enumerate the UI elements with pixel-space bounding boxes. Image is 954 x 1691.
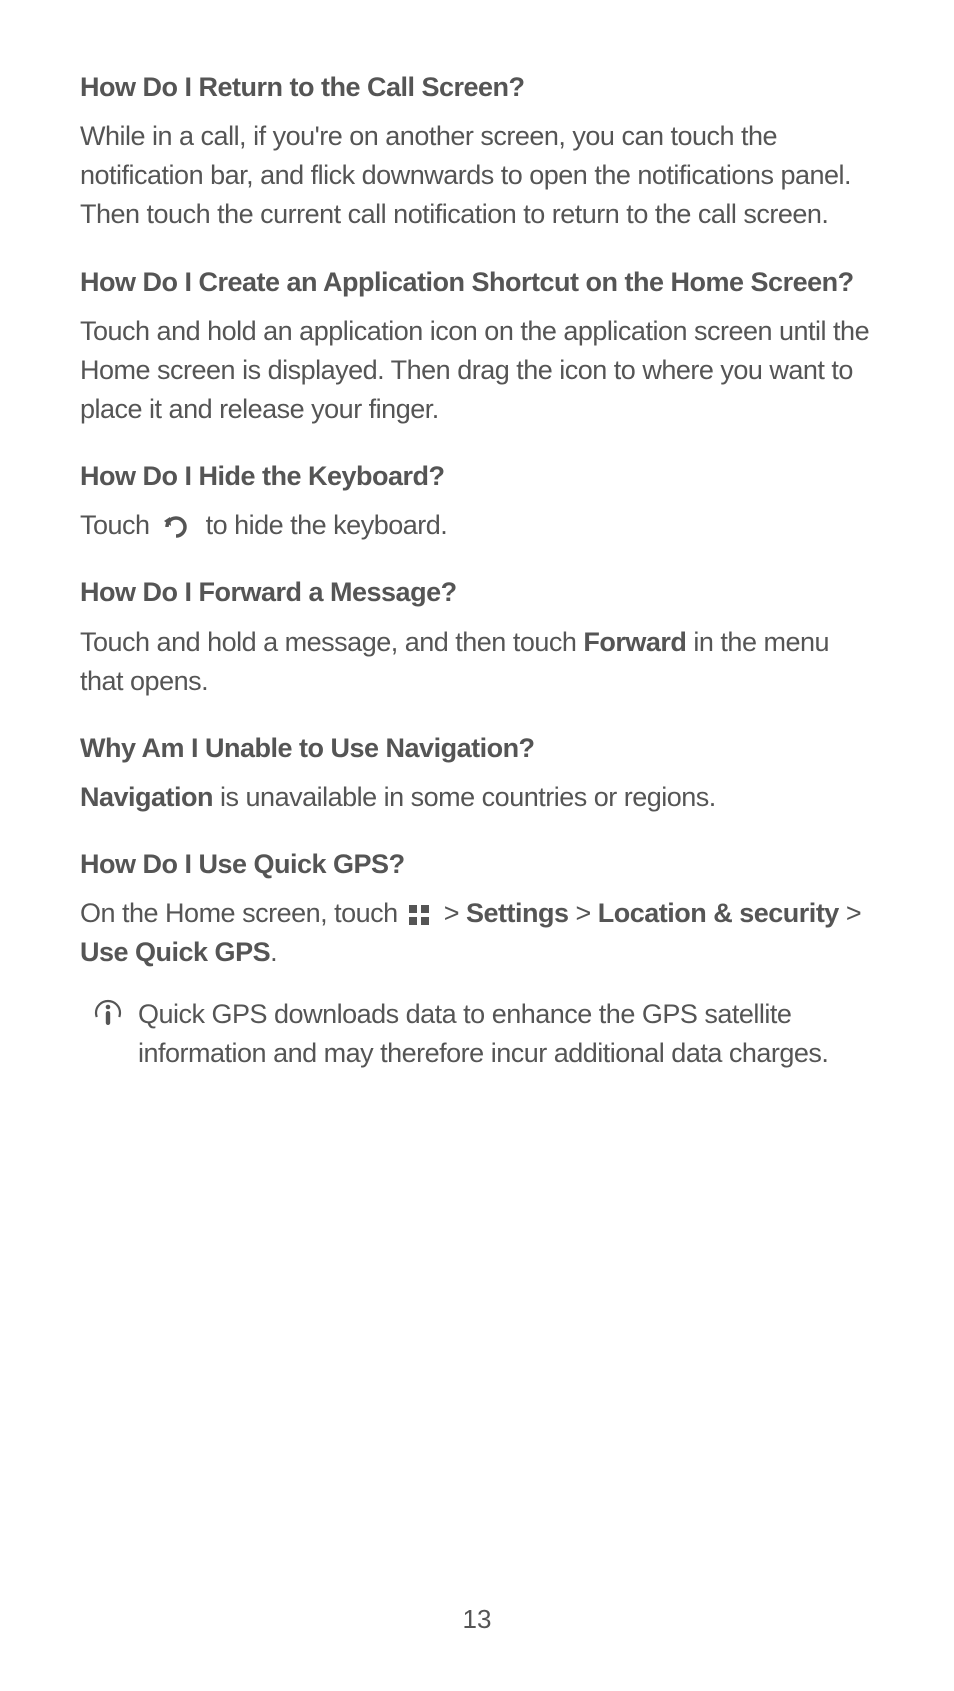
- document-page: How Do I Return to the Call Screen? Whil…: [0, 0, 954, 1691]
- page-number: 13: [0, 1604, 954, 1635]
- text-bold-navigation: Navigation: [80, 782, 213, 812]
- breadcrumb-settings: Settings: [466, 898, 569, 928]
- apps-grid-icon: [407, 903, 431, 927]
- text-pre: Touch: [80, 510, 157, 540]
- heading-hide-keyboard: How Do I Hide the Keyboard?: [80, 457, 874, 496]
- back-icon: [161, 514, 195, 540]
- breadcrumb-use-quick-gps: Use Quick GPS: [80, 937, 270, 967]
- heading-quick-gps: How Do I Use Quick GPS?: [80, 845, 874, 884]
- text-bold-forward: Forward: [583, 627, 686, 657]
- sep2: >: [568, 898, 597, 928]
- heading-return-call: How Do I Return to the Call Screen?: [80, 68, 874, 107]
- heading-forward-message: How Do I Forward a Message?: [80, 573, 874, 612]
- body-shortcut: Touch and hold an application icon on th…: [80, 312, 874, 429]
- heading-shortcut: How Do I Create an Application Shortcut …: [80, 263, 874, 302]
- text-pre: Touch and hold a message, and then touch: [80, 627, 583, 657]
- text-post: to hide the keyboard.: [206, 510, 448, 540]
- heading-navigation: Why Am I Unable to Use Navigation?: [80, 729, 874, 768]
- text-post: is unavailable in some countries or regi…: [213, 782, 716, 812]
- period: .: [270, 937, 277, 967]
- body-navigation: Navigation is unavailable in some countr…: [80, 778, 874, 817]
- body-quick-gps: On the Home screen, touch > Settings > L…: [80, 894, 874, 972]
- body-forward-message: Touch and hold a message, and then touch…: [80, 623, 874, 701]
- note-text: Quick GPS downloads data to enhance the …: [138, 995, 874, 1073]
- sep1: >: [444, 898, 466, 928]
- info-alert-icon: [92, 997, 124, 1029]
- body-return-call: While in a call, if you're on another sc…: [80, 117, 874, 234]
- note-block: Quick GPS downloads data to enhance the …: [80, 995, 874, 1073]
- sep3: >: [839, 898, 861, 928]
- breadcrumb-location-security: Location & security: [598, 898, 839, 928]
- text-pre: On the Home screen, touch: [80, 898, 405, 928]
- body-hide-keyboard: Touch to hide the keyboard.: [80, 506, 874, 545]
